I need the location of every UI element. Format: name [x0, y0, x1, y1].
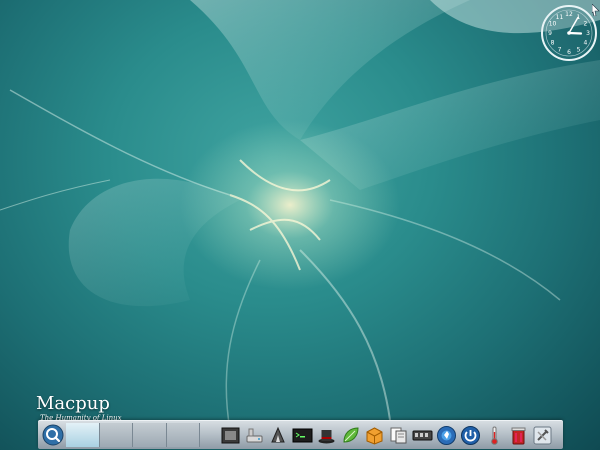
tools-icon[interactable] [532, 425, 553, 446]
clock-numeral: 10 [549, 21, 557, 28]
workspace-3[interactable] [133, 423, 167, 447]
clock-numeral: 9 [548, 30, 552, 37]
arrow-cursor-icon [592, 4, 600, 16]
hour-hand [567, 31, 583, 35]
clock-numeral: 12 [565, 11, 573, 18]
shutdown-icon[interactable] [460, 425, 481, 446]
leaf-icon[interactable] [340, 425, 361, 446]
hat-icon[interactable] [316, 425, 337, 446]
analog-clock: 121234567891011 [541, 5, 597, 61]
power-icon[interactable] [436, 425, 457, 446]
brand-title: Macpup [36, 393, 110, 414]
clock-numeral: 7 [558, 47, 562, 54]
trash-icon[interactable] [508, 425, 529, 446]
clock-numeral: 6 [567, 49, 571, 56]
screen-capture-icon[interactable] [220, 425, 241, 446]
workspace-4[interactable] [166, 423, 200, 447]
clock-numeral: 8 [551, 40, 555, 47]
wallpaper [0, 0, 600, 431]
start-menu-button[interactable] [42, 424, 64, 446]
clock-numeral: 11 [556, 14, 564, 21]
drive-icon[interactable] [244, 425, 265, 446]
workspace-pager [66, 423, 200, 447]
file-manager-icon[interactable] [388, 425, 409, 446]
dock [220, 423, 553, 447]
package-icon[interactable] [364, 425, 385, 446]
clock-numeral: 2 [584, 21, 588, 28]
terminal-icon[interactable] [292, 425, 313, 446]
pen-tool-icon[interactable] [268, 425, 289, 446]
brand-logo: Macpup The Humanity of Linux [36, 393, 122, 423]
network-icon[interactable] [412, 425, 433, 446]
taskbar [38, 420, 563, 449]
clock-numeral: 5 [577, 47, 581, 54]
workspace-2[interactable] [99, 423, 133, 447]
workspace-1[interactable] [66, 423, 100, 447]
thermometer-icon[interactable] [484, 425, 505, 446]
clock-numeral: 4 [584, 40, 588, 47]
clock-numeral: 3 [586, 30, 590, 37]
